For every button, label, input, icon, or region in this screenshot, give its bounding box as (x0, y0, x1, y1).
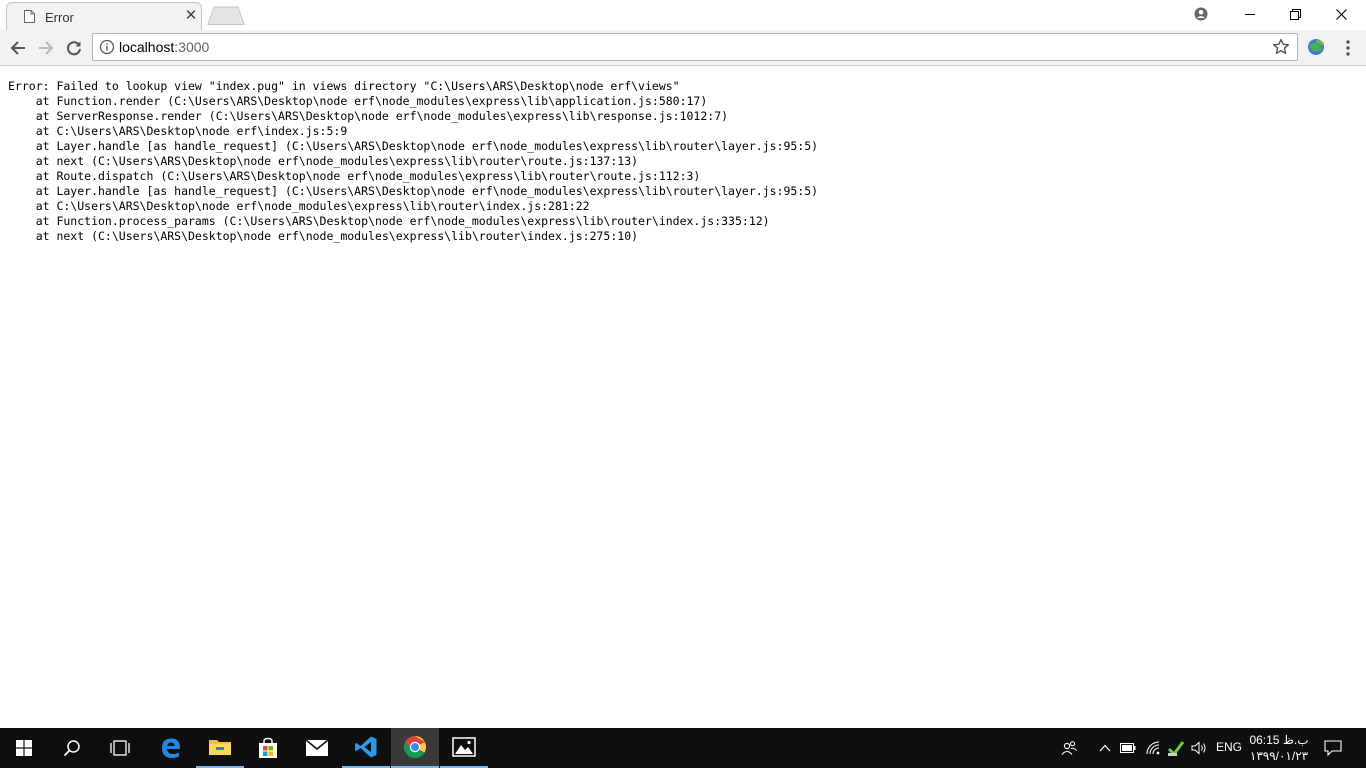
tab-strip: Error ✕ (0, 0, 1366, 30)
search-button[interactable] (48, 728, 96, 768)
profile-button[interactable] (1178, 0, 1224, 28)
tab-title: Error (45, 10, 74, 25)
windows-taskbar: ENG 06:15 ب.ظ ۱۳۹۹/۰۱/۲۳ (0, 728, 1366, 768)
extension-icon[interactable] (1305, 36, 1327, 58)
clock-date: ۱۳۹۹/۰۱/۲۳ (1249, 749, 1309, 763)
profile-icon (1194, 7, 1208, 21)
minimize-icon (1245, 14, 1255, 15)
chrome-icon (403, 736, 426, 758)
bookmark-star-icon[interactable] (1271, 37, 1291, 57)
error-stack-trace: Error: Failed to lookup view "index.pug"… (8, 79, 819, 243)
reload-button[interactable] (60, 34, 88, 62)
minimize-button[interactable] (1227, 0, 1273, 28)
back-button[interactable] (4, 34, 32, 62)
chevron-up-icon (1099, 744, 1111, 752)
notification-icon (1324, 740, 1342, 756)
download-tray-icon (1167, 741, 1185, 757)
clock-time: 06:15 ب.ظ (1249, 733, 1309, 747)
people-icon (1061, 741, 1077, 755)
clock[interactable]: 06:15 ب.ظ ۱۳۹۹/۰۱/۲۳ (1244, 732, 1314, 764)
new-tab-button[interactable] (207, 6, 245, 25)
task-view-button[interactable] (96, 728, 144, 768)
search-icon (63, 740, 80, 757)
store-icon (259, 737, 277, 758)
show-hidden-icons-button[interactable] (1096, 728, 1114, 768)
file-explorer-icon (209, 740, 231, 755)
close-icon (1335, 8, 1347, 20)
page-icon (24, 10, 35, 23)
taskbar-app-photos[interactable] (440, 728, 488, 768)
url-host: localhost (119, 39, 175, 55)
edge-icon (162, 738, 181, 758)
close-window-button[interactable] (1318, 0, 1364, 28)
forward-arrow-icon (39, 41, 54, 55)
forward-button[interactable] (32, 34, 60, 62)
site-info-icon[interactable] (99, 39, 115, 55)
task-view-icon (110, 740, 130, 756)
vscode-icon (355, 736, 377, 758)
tab-active[interactable]: Error ✕ (6, 2, 202, 30)
input-language[interactable]: ENG (1216, 740, 1242, 754)
action-center-button[interactable] (1318, 728, 1348, 768)
taskbar-app-store[interactable] (244, 728, 292, 768)
taskbar-app-edge[interactable] (147, 728, 195, 768)
volume-icon (1191, 741, 1206, 755)
photos-icon (452, 737, 476, 757)
kebab-menu-icon (1346, 40, 1350, 56)
start-button[interactable] (0, 728, 48, 768)
people-button[interactable] (1058, 728, 1080, 768)
url-text[interactable]: localhost:3000 (119, 39, 209, 55)
taskbar-app-vscode[interactable] (342, 728, 390, 768)
tray-app-button[interactable] (1165, 728, 1187, 768)
battery-icon (1120, 743, 1136, 753)
browser-toolbar: localhost:3000 (0, 30, 1366, 66)
restore-icon (1289, 8, 1301, 20)
mail-icon (305, 739, 329, 756)
tab-close-icon[interactable]: ✕ (183, 7, 199, 25)
browser-menu-button[interactable] (1338, 34, 1358, 62)
restore-button[interactable] (1272, 0, 1318, 28)
windows-start-icon (16, 740, 32, 756)
address-bar[interactable]: localhost:3000 (92, 33, 1298, 61)
taskbar-app-mail[interactable] (293, 728, 341, 768)
reload-icon (67, 41, 81, 56)
url-port: :3000 (174, 39, 210, 55)
volume-button[interactable] (1189, 728, 1211, 768)
wifi-icon (1146, 741, 1160, 755)
back-arrow-icon (10, 41, 25, 55)
taskbar-app-chrome[interactable] (391, 728, 439, 768)
taskbar-app-file-explorer[interactable] (196, 728, 244, 768)
network-button[interactable] (1143, 728, 1165, 768)
page-content: Error: Failed to lookup view "index.pug"… (0, 66, 1366, 728)
battery-button[interactable] (1118, 728, 1138, 768)
